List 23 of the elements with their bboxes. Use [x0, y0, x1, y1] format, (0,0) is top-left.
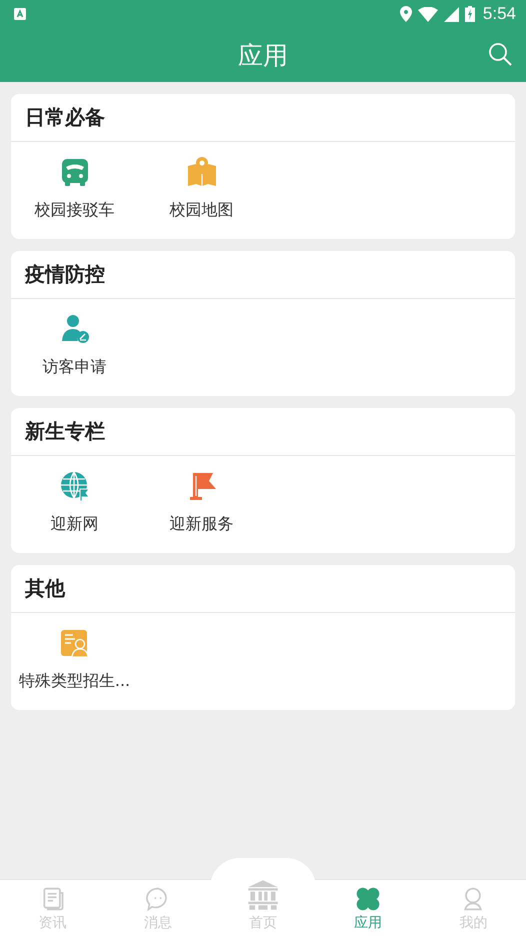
wifi-icon	[418, 6, 438, 22]
clover-icon	[355, 886, 382, 912]
search-icon[interactable]	[488, 42, 512, 66]
app-shortcut[interactable]: 校园接驳车	[11, 156, 138, 221]
signal-icon	[444, 6, 459, 22]
profile-card-icon	[58, 627, 90, 659]
app-shortcut[interactable]: 特殊类型招生...	[11, 627, 138, 692]
app-shortcut[interactable]: 访客申请	[11, 313, 138, 378]
clock: 5:54	[482, 4, 516, 24]
app-shortcut[interactable]: 校园地图	[138, 156, 265, 221]
location-icon	[400, 6, 412, 22]
app-shortcut[interactable]: 迎新网	[11, 470, 138, 535]
battery-icon	[464, 6, 475, 22]
building-icon	[246, 878, 280, 912]
page-title: 应用	[238, 40, 288, 72]
section-title: 日常必备	[11, 94, 515, 142]
section-title: 新生专栏	[11, 408, 515, 456]
map-pin-icon	[186, 156, 218, 188]
section-title: 其他	[11, 565, 515, 613]
app-shortcut[interactable]: 迎新服务	[138, 470, 265, 535]
section-title: 疫情防控	[11, 251, 515, 299]
notification-icon	[14, 8, 26, 20]
globe-icon	[58, 470, 90, 502]
